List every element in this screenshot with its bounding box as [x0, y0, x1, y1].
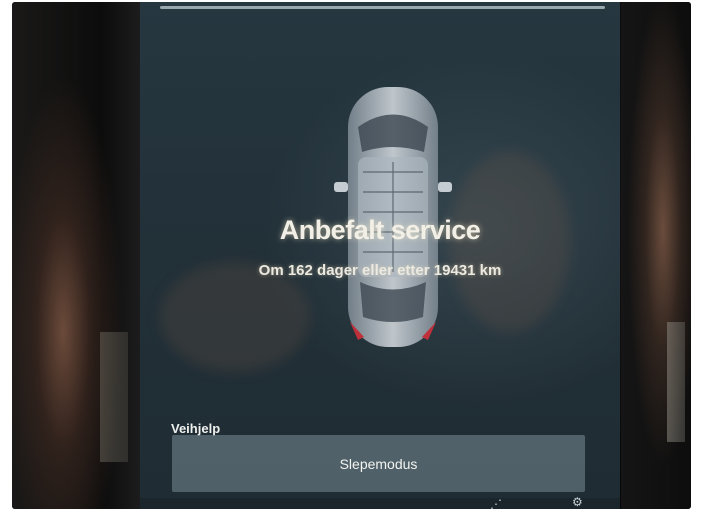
service-detail: Om 162 dager eller etter 19431 km: [258, 262, 502, 279]
left-air-vent: [100, 332, 128, 462]
left-bezel: [12, 2, 140, 509]
infotainment-screen: Anbefalt service Om 162 dager eller ette…: [140, 2, 620, 509]
settings-gear-icon[interactable]: ⚙: [572, 496, 583, 508]
photo-frame: Anbefalt service Om 162 dager eller ette…: [12, 2, 691, 509]
pull-down-handle[interactable]: [160, 6, 605, 9]
right-air-vent: [667, 322, 685, 442]
right-bezel: [621, 2, 691, 509]
roadside-section-label: Veihjelp: [171, 421, 221, 436]
signal-icon: ⋰: [490, 497, 502, 509]
tow-mode-button[interactable]: Slepemodus: [172, 435, 585, 492]
service-headline: Anbefalt service: [279, 215, 481, 245]
bottom-status-bar: ⋰ ⚙: [140, 496, 620, 509]
